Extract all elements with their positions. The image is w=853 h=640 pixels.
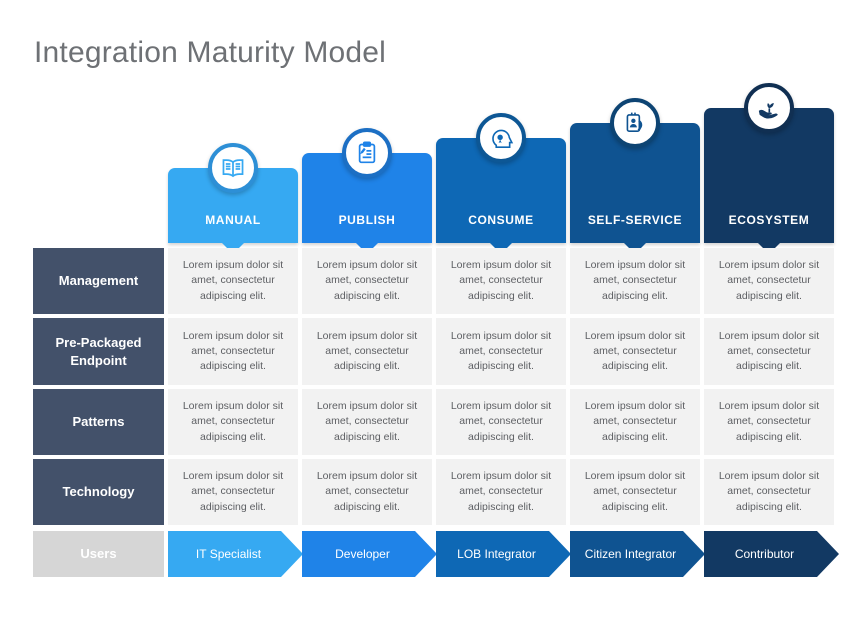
matrix-cell-text: Lorem ipsum dolor sit amet, consectetur … — [584, 329, 686, 373]
user-role-label: Contributor — [734, 547, 795, 561]
matrix-cell: Lorem ipsum dolor sit amet, consectetur … — [168, 389, 298, 455]
user-role-label: Developer — [335, 547, 390, 561]
matrix-cell-text: Lorem ipsum dolor sit amet, consectetur … — [182, 259, 284, 302]
matrix-cell-text: Lorem ipsum dolor sit amet, consectetur … — [718, 470, 820, 513]
open-book-icon — [208, 143, 258, 193]
row-label-text: Patterns — [72, 414, 125, 430]
matrix-cell-text: Lorem ipsum dolor sit amet, consectetur … — [450, 470, 552, 513]
row-label-text: Users — [80, 546, 117, 562]
matrix-cell-text: Lorem ipsum dolor sit amet, consectetur … — [316, 470, 418, 513]
row-label-text: Technology — [62, 484, 135, 500]
matrix-cell-text: Lorem ipsum dolor sit amet, consectetur … — [718, 329, 820, 373]
matrix-cell: Lorem ipsum dolor sit amet, consectetur … — [570, 248, 700, 314]
matrix-cell-text: Lorem ipsum dolor sit amet, consectetur … — [182, 329, 284, 373]
matrix-cell: Lorem ipsum dolor sit amet, consectetur … — [704, 459, 834, 525]
matrix-cell: Lorem ipsum dolor sit amet, consectetur … — [302, 318, 432, 385]
row-label-text: Pre-Packaged Endpoint — [55, 335, 142, 368]
matrix-cell: Lorem ipsum dolor sit amet, consectetur … — [168, 248, 298, 314]
matrix-cell: Lorem ipsum dolor sit amet, consectetur … — [302, 459, 432, 525]
row-label-text: Management — [58, 273, 139, 289]
matrix-cell-text: Lorem ipsum dolor sit amet, consectetur … — [584, 259, 686, 302]
matrix-cell-text: Lorem ipsum dolor sit amet, consectetur … — [182, 400, 284, 443]
row-label-users: Users — [33, 531, 164, 577]
row-label-management: Management — [33, 248, 164, 314]
matrix-cell: Lorem ipsum dolor sit amet, consectetur … — [704, 248, 834, 314]
stage-header-label: PUBLISH — [338, 213, 396, 227]
matrix-cell-text: Lorem ipsum dolor sit amet, consectetur … — [718, 400, 820, 443]
matrix-cell: Lorem ipsum dolor sit amet, consectetur … — [302, 389, 432, 455]
matrix-cell-text: Lorem ipsum dolor sit amet, consectetur … — [316, 400, 418, 443]
matrix-cell: Lorem ipsum dolor sit amet, consectetur … — [704, 389, 834, 455]
hand-sprout-icon — [744, 83, 794, 133]
row-label-patterns: Patterns — [33, 389, 164, 455]
stage-header-label: MANUAL — [205, 213, 261, 227]
slide-canvas: Integration Maturity Model MANUAL PUBLISH… — [0, 0, 853, 640]
matrix-cell: Lorem ipsum dolor sit amet, consectetur … — [436, 459, 566, 525]
matrix-cell: Lorem ipsum dolor sit amet, consectetur … — [570, 389, 700, 455]
row-label-pre-packaged-endpoint: Pre-Packaged Endpoint — [33, 318, 164, 385]
user-role-arrow[interactable]: Contributor — [704, 531, 839, 577]
user-role-label: IT Specialist — [195, 547, 262, 561]
matrix-cell-text: Lorem ipsum dolor sit amet, consectetur … — [450, 259, 552, 302]
matrix-cell-text: Lorem ipsum dolor sit amet, consectetur … — [316, 259, 418, 302]
user-role-arrow[interactable]: Developer — [302, 531, 437, 577]
stage-header-label: SELF-SERVICE — [587, 213, 683, 227]
user-role-label: LOB Integrator — [457, 547, 536, 561]
matrix-cell-text: Lorem ipsum dolor sit amet, consectetur … — [316, 329, 418, 373]
row-label-technology: Technology — [33, 459, 164, 525]
matrix-cell: Lorem ipsum dolor sit amet, consectetur … — [570, 459, 700, 525]
matrix-cell: Lorem ipsum dolor sit amet, consectetur … — [436, 248, 566, 314]
matrix-cell-text: Lorem ipsum dolor sit amet, consectetur … — [584, 470, 686, 513]
matrix-cell: Lorem ipsum dolor sit amet, consectetur … — [570, 318, 700, 385]
matrix-cell: Lorem ipsum dolor sit amet, consectetur … — [302, 248, 432, 314]
stage-header-label: CONSUME — [468, 213, 534, 227]
matrix-cell-text: Lorem ipsum dolor sit amet, consectetur … — [718, 259, 820, 302]
matrix-cell: Lorem ipsum dolor sit amet, consectetur … — [436, 389, 566, 455]
matrix-cell: Lorem ipsum dolor sit amet, consectetur … — [436, 318, 566, 385]
matrix-cell-text: Lorem ipsum dolor sit amet, consectetur … — [584, 400, 686, 443]
matrix-cell-text: Lorem ipsum dolor sit amet, consectetur … — [450, 329, 552, 373]
matrix-cell-text: Lorem ipsum dolor sit amet, consectetur … — [182, 470, 284, 513]
matrix-cell: Lorem ipsum dolor sit amet, consectetur … — [168, 459, 298, 525]
user-role-arrow[interactable]: Citizen Integrator — [570, 531, 705, 577]
clipboard-pen-icon — [342, 128, 392, 178]
user-role-label: Citizen Integrator — [584, 547, 677, 561]
page-title: Integration Maturity Model — [34, 36, 387, 69]
matrix-cell: Lorem ipsum dolor sit amet, consectetur … — [168, 318, 298, 385]
head-idea-icon — [476, 113, 526, 163]
matrix-cell: Lorem ipsum dolor sit amet, consectetur … — [704, 318, 834, 385]
user-role-arrow[interactable]: LOB Integrator — [436, 531, 571, 577]
id-badge-icon — [610, 98, 660, 148]
user-role-arrow[interactable]: IT Specialist — [168, 531, 303, 577]
matrix-cell-text: Lorem ipsum dolor sit amet, consectetur … — [450, 400, 552, 443]
stage-header-label: ECOSYSTEM — [728, 213, 810, 227]
